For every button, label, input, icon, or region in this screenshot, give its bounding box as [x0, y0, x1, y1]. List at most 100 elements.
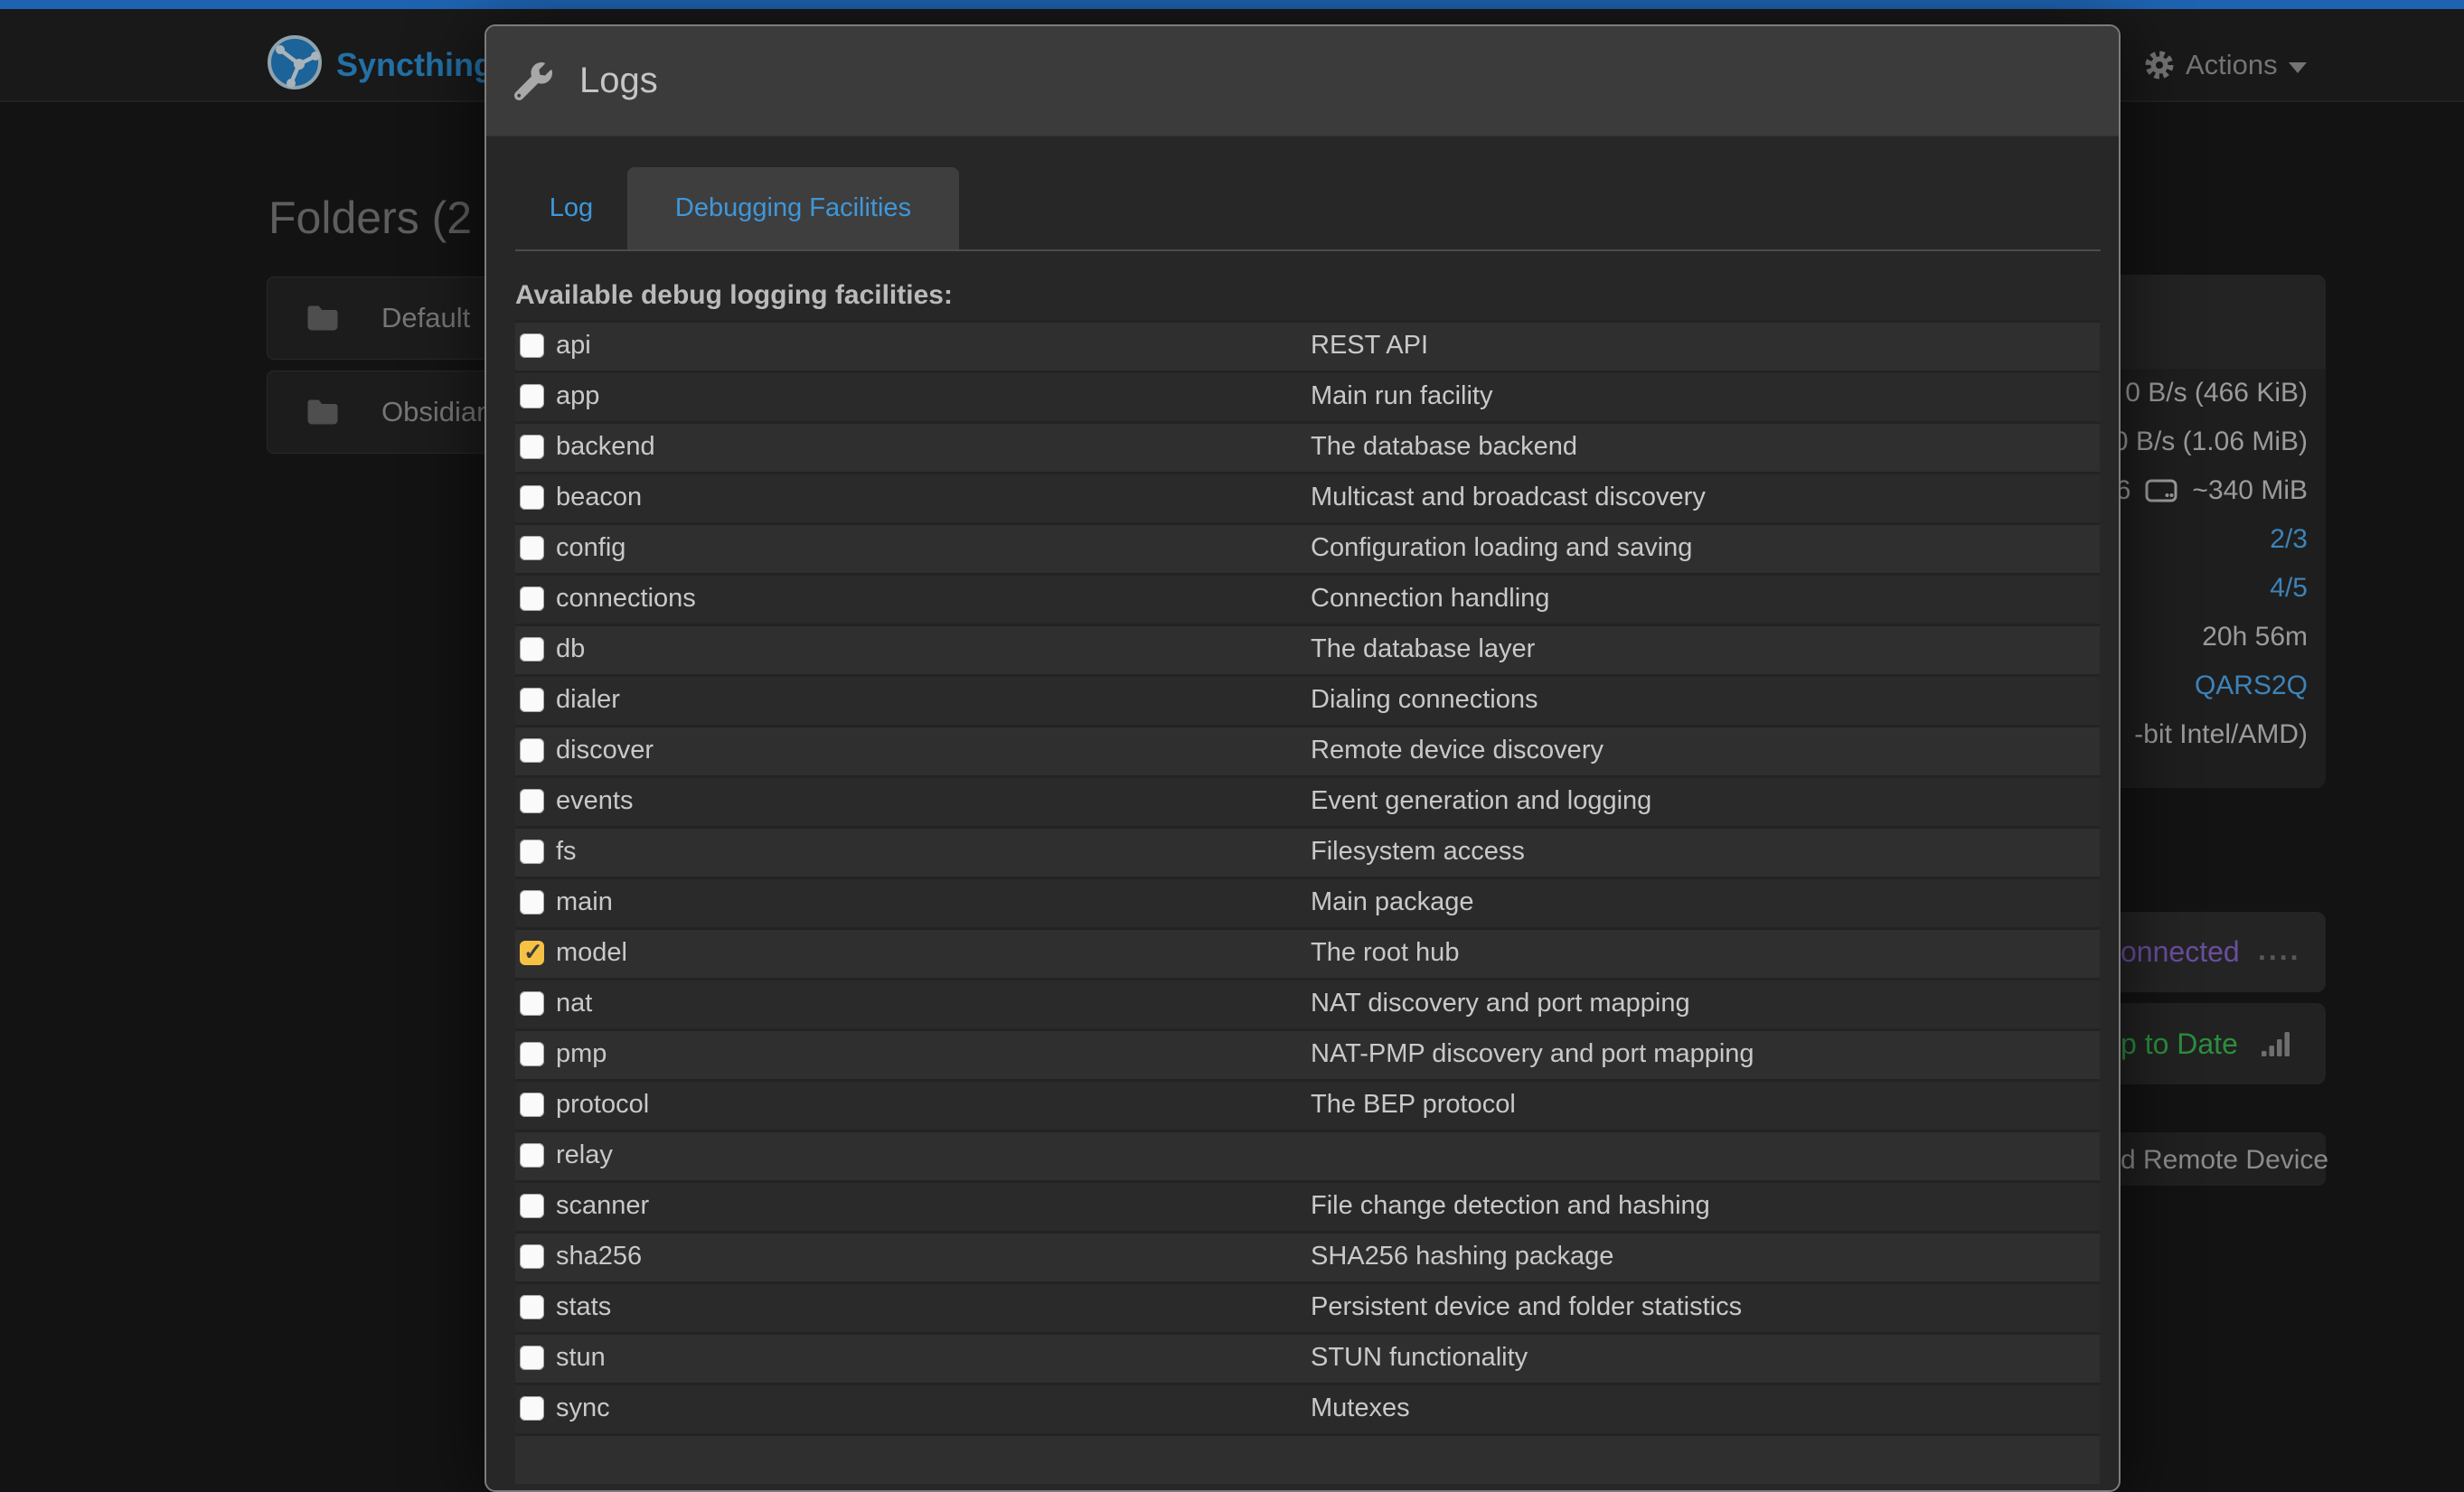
folder-label: Obsidian: [381, 396, 492, 428]
add-remote-device-label: d Remote Device: [2121, 1145, 2328, 1176]
facility-checkbox[interactable]: [520, 637, 544, 662]
facility-description: Main package: [1311, 887, 1474, 917]
facility-name[interactable]: config: [556, 533, 625, 563]
table-row: model The root hub: [515, 927, 2100, 978]
facility-name[interactable]: sync: [556, 1393, 610, 1423]
gear-icon: [2144, 50, 2175, 80]
facility-checkbox[interactable]: [520, 1346, 544, 1370]
table-row: protocol The BEP protocol: [515, 1079, 2100, 1130]
facility-checkbox[interactable]: [520, 1194, 544, 1218]
table-row: discover Remote device discovery: [515, 725, 2100, 775]
facility-checkbox[interactable]: [520, 333, 544, 358]
facility-checkbox[interactable]: [520, 840, 544, 864]
signal-bars-icon: [2262, 1030, 2294, 1057]
facility-checkbox[interactable]: [520, 1295, 544, 1319]
facility-name[interactable]: dialer: [556, 685, 620, 715]
facility-description: Mutexes: [1311, 1393, 1410, 1423]
stat-value[interactable]: QARS2Q: [2195, 671, 2308, 701]
facility-checkbox[interactable]: [520, 1143, 544, 1168]
stat-value[interactable]: 4/5: [2270, 573, 2308, 604]
facility-checkbox[interactable]: [520, 1093, 544, 1117]
facility-description: SHA256 hashing package: [1311, 1242, 1613, 1271]
logs-modal: Logs Log Debugging Facilities Available …: [484, 24, 2121, 1492]
facility-name[interactable]: relay: [556, 1140, 613, 1170]
facility-name[interactable]: app: [556, 381, 599, 411]
table-row: stats Persistent device and folder stati…: [515, 1281, 2100, 1332]
folder-icon: [306, 305, 340, 332]
stat-value[interactable]: 2/3: [2270, 524, 2308, 555]
facility-checkbox[interactable]: [520, 1042, 544, 1066]
facility-name[interactable]: api: [556, 331, 591, 361]
facility-checkbox[interactable]: [520, 738, 544, 763]
logs-modal-header: Logs: [486, 26, 2119, 136]
top-accent-bar: [0, 0, 2464, 9]
facility-checkbox[interactable]: [520, 1244, 544, 1269]
table-row: beacon Multicast and broadcast discovery: [515, 472, 2100, 522]
folder-label: Default: [381, 302, 470, 334]
facility-name[interactable]: stun: [556, 1343, 606, 1373]
facility-description: NAT-PMP discovery and port mapping: [1311, 1039, 1754, 1069]
table-row: backend The database backend: [515, 421, 2100, 472]
stat-value[interactable]: 0 B/s (1.06 MiB): [2113, 427, 2308, 457]
table-row: config Configuration loading and saving: [515, 522, 2100, 573]
table-row: sync Mutexes: [515, 1383, 2100, 1433]
table-row: stun STUN functionality: [515, 1332, 2100, 1383]
facility-checkbox[interactable]: [520, 536, 544, 560]
actions-label: Actions: [2186, 49, 2278, 81]
table-row: app Main run facility: [515, 371, 2100, 421]
facility-description: The BEP protocol: [1311, 1090, 1516, 1120]
stat-value[interactable]: 0 B/s (466 KiB): [2125, 378, 2308, 408]
folder-status-text: p to Date: [2121, 1028, 2238, 1061]
table-row: events Event generation and logging: [515, 775, 2100, 826]
facility-description: Multicast and broadcast discovery: [1311, 483, 1706, 512]
facility-name[interactable]: nat: [556, 989, 592, 1018]
facility-name[interactable]: events: [556, 786, 633, 816]
facility-checkbox[interactable]: [520, 941, 544, 965]
stat-value[interactable]: -bit Intel/AMD): [2134, 719, 2308, 750]
facility-description: STUN functionality: [1311, 1343, 1528, 1373]
facility-name[interactable]: fs: [556, 837, 577, 867]
device-status-text: onnected: [2121, 935, 2240, 969]
facility-name[interactable]: pmp: [556, 1039, 607, 1069]
tab-log[interactable]: Log: [515, 167, 627, 249]
facility-name[interactable]: main: [556, 887, 613, 917]
wrench-icon: [514, 62, 552, 100]
facility-name[interactable]: backend: [556, 432, 655, 462]
facility-checkbox[interactable]: [520, 890, 544, 915]
facility-checkbox[interactable]: [520, 688, 544, 712]
facility-name[interactable]: model: [556, 938, 627, 968]
table-row: relay: [515, 1130, 2100, 1180]
facility-name[interactable]: stats: [556, 1292, 611, 1322]
table-row: main Main package: [515, 877, 2100, 927]
table-row-partial: [515, 1433, 2100, 1484]
facility-description: Remote device discovery: [1311, 736, 1603, 765]
facility-description: The database backend: [1311, 432, 1577, 462]
folder-icon: [306, 399, 340, 426]
facility-name[interactable]: sha256: [556, 1242, 642, 1271]
facility-checkbox[interactable]: [520, 435, 544, 459]
modal-tabs: Log Debugging Facilities: [515, 167, 2101, 251]
table-row: nat NAT discovery and port mapping: [515, 978, 2100, 1028]
folders-heading: Folders (2: [268, 192, 472, 244]
tab-debugging-facilities[interactable]: Debugging Facilities: [627, 167, 959, 249]
actions-menu[interactable]: Actions: [2144, 49, 2307, 81]
facility-checkbox[interactable]: [520, 384, 544, 408]
facility-checkbox[interactable]: [520, 1396, 544, 1421]
stat-value[interactable]: ~340 MiB: [2192, 475, 2308, 506]
facility-name[interactable]: discover: [556, 736, 654, 765]
facility-description: Main run facility: [1311, 381, 1492, 411]
table-row: api REST API: [515, 320, 2100, 371]
facility-name[interactable]: scanner: [556, 1191, 649, 1221]
facility-name[interactable]: connections: [556, 584, 696, 614]
facility-name[interactable]: beacon: [556, 483, 642, 512]
facility-checkbox[interactable]: [520, 789, 544, 813]
table-row: dialer Dialing connections: [515, 674, 2100, 725]
facility-checkbox[interactable]: [520, 586, 544, 611]
facility-description: Configuration loading and saving: [1311, 533, 1692, 563]
facility-checkbox[interactable]: [520, 485, 544, 510]
stat-value[interactable]: 20h 56m: [2202, 622, 2308, 652]
facility-checkbox[interactable]: [520, 991, 544, 1016]
facility-name[interactable]: db: [556, 634, 585, 664]
facility-name[interactable]: protocol: [556, 1090, 649, 1120]
table-row: fs Filesystem access: [515, 826, 2100, 877]
